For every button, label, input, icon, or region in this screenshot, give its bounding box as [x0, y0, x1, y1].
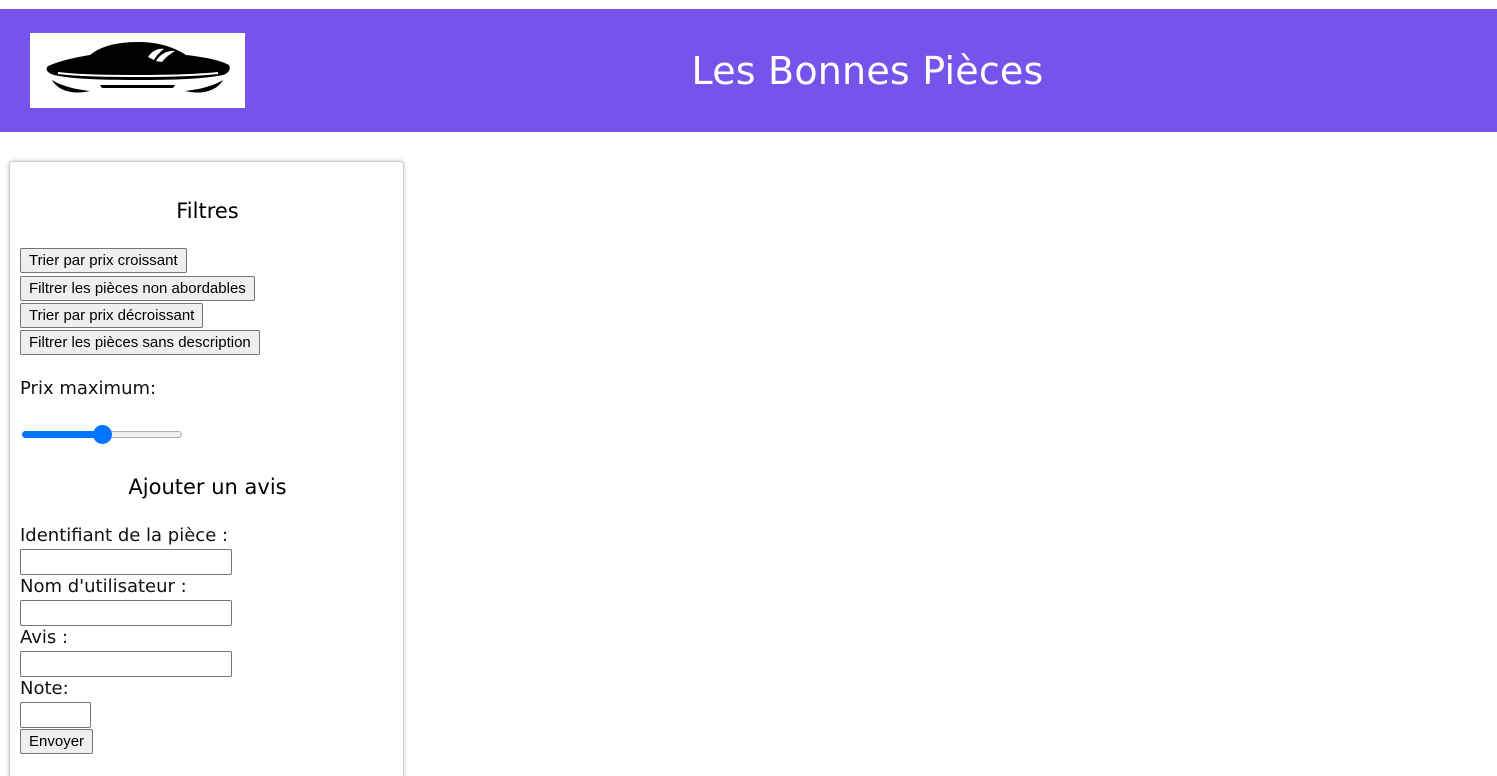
sort-price-descending-button[interactable]: Trier par prix décroissant — [20, 303, 204, 328]
username-input[interactable] — [20, 600, 232, 626]
rating-input[interactable] — [20, 702, 91, 728]
piece-id-input[interactable] — [20, 549, 232, 575]
max-price-label: Prix maximum: — [20, 378, 157, 399]
review-label: Avis : — [20, 627, 69, 648]
site-logo[interactable] — [30, 33, 245, 108]
add-review-heading: Ajouter un avis — [128, 475, 287, 499]
slider-thumb[interactable] — [93, 425, 112, 444]
car-silhouette-icon — [46, 42, 230, 93]
filter-unaffordable-button[interactable]: Filtrer les pièces non abordables — [20, 276, 255, 301]
max-price-slider[interactable] — [22, 424, 184, 444]
username-label: Nom d'utilisateur : — [20, 576, 187, 597]
submit-review-button[interactable]: Envoyer — [20, 729, 94, 754]
slider-fill — [22, 431, 102, 438]
filters-panel: Filtres Trier par prix croissant Filtrer… — [9, 161, 404, 776]
site-title: Les Bonnes Pièces — [691, 49, 1044, 93]
page: Les Bonnes Pièces Filtres Trier par prix… — [0, 0, 1497, 776]
rating-label: Note: — [20, 678, 69, 699]
site-header: Les Bonnes Pièces — [0, 9, 1497, 132]
filters-heading: Filtres — [176, 199, 239, 223]
sort-price-ascending-button[interactable]: Trier par prix croissant — [20, 248, 187, 273]
filter-no-description-button[interactable]: Filtrer les pièces sans description — [20, 330, 260, 355]
piece-id-label: Identifiant de la pièce : — [20, 525, 229, 546]
review-input[interactable] — [20, 651, 232, 677]
